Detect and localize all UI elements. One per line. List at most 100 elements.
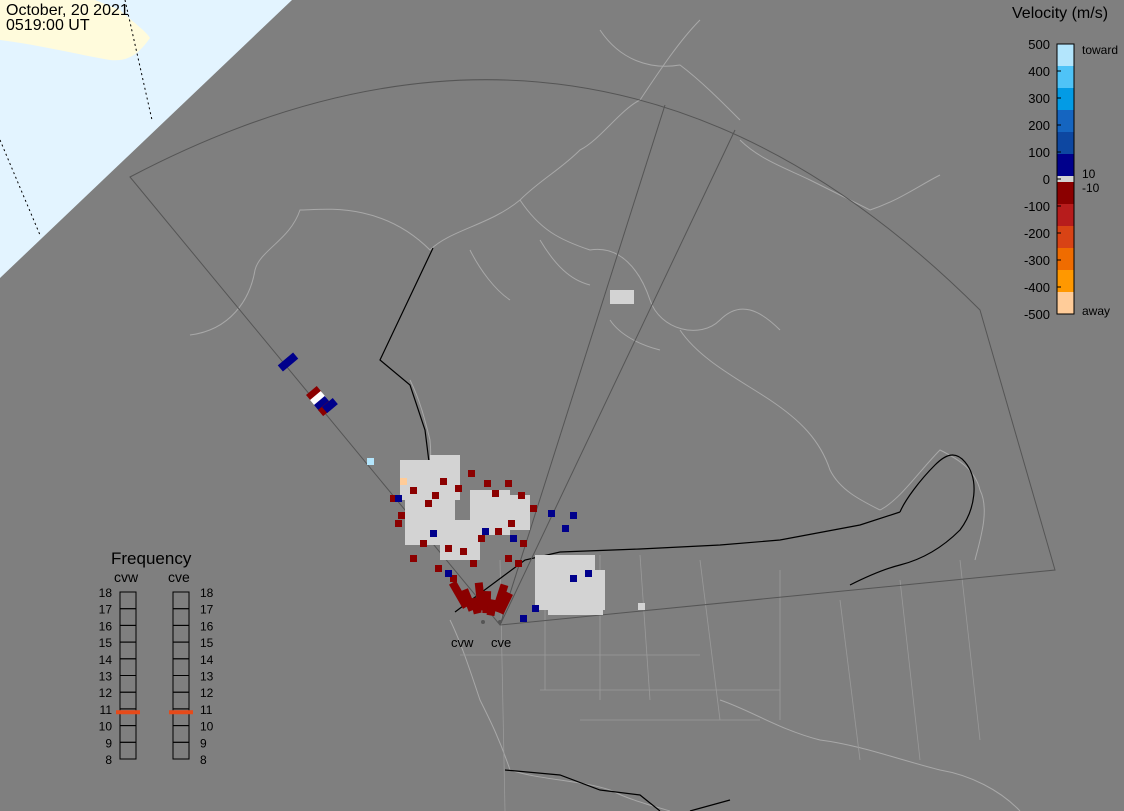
scatter-cell [432,492,439,499]
freq-tick-label-right: 17 [200,603,214,617]
freq-tick-label-left: 18 [99,586,113,600]
freq-tick-label-right: 8 [200,753,207,767]
colorbar-tick-label: -300 [1024,253,1050,268]
ground-scatter-patch [430,455,460,475]
freq-cell [119,641,137,660]
colorbar-segment [1057,110,1074,133]
freq-cell [119,591,137,610]
scatter-cell [638,603,645,610]
freq-bar-cve-marker [169,710,193,715]
colorbar-segment [1057,154,1074,177]
scatter-cell [548,510,555,517]
scatter-cell [492,490,499,497]
colorbar-segment [1057,44,1074,67]
time-label: 0519:00 UT [6,17,90,34]
scatter-cell [478,535,485,542]
scatter-cell [570,575,577,582]
freq-tick-label-right: 14 [200,653,214,667]
scatter-cell [398,512,405,519]
freq-cell [119,675,137,693]
scatter-cell [460,548,467,555]
scatter-cell [420,540,427,547]
freq-tick-label-right: 13 [200,670,214,684]
scatter-cell [395,520,402,527]
freq-cell [172,641,190,660]
site-label-cvw: cvw [451,635,474,650]
freq-cell [172,675,190,693]
colorbar-segment [1057,182,1074,205]
radar-site-marker [481,620,485,624]
freq-cell [119,624,137,643]
colorbar-segment [1057,88,1074,111]
freq-cell [172,624,190,643]
freq-tick-label-right: 10 [200,720,214,734]
scatter-cell [495,528,502,535]
freq-cell [172,741,190,760]
freq-cell [172,608,190,626]
scatter-cell [520,540,527,547]
scatter-cell [440,478,447,485]
scatter-cell [367,458,374,465]
scatter-cell [470,560,477,567]
velocity-colorbar: 500 400 300 200 100 0 -100 -200 -300 -400 -500 towa… [1024,38,1118,322]
scatter-cell [520,615,527,622]
scatter-cell [484,480,491,487]
freq-cell [172,658,190,677]
scatter-cell [410,555,417,562]
colorbar-tick-label: 200 [1028,118,1050,133]
colorbar-tick-label: -200 [1024,226,1050,241]
freq-cell [172,691,190,710]
scatter-cell [395,495,402,502]
freq-tick-label-left: 9 [105,736,112,750]
colorbar-tick-label: -400 [1024,280,1050,295]
freq-tick-label-left: 14 [99,653,113,667]
colorbar-toward-label: toward [1082,43,1118,57]
freq-tick-label-right: 16 [200,619,214,633]
scatter-cell [445,570,452,577]
colorbar-segment [1057,248,1074,271]
colorbar-tick-label: 500 [1028,38,1050,52]
scatter-cell [562,525,569,532]
scatter-cell [510,535,517,542]
freq-tick-label-left: 13 [99,670,113,684]
scatter-cell [425,500,432,507]
scatter-cell [468,470,475,477]
ground-scatter-patch [548,590,603,615]
frequency-title: Frequency [111,549,192,568]
freq-cell [172,591,190,610]
colorbar-tick-label: 300 [1028,91,1050,106]
scatter-cell [445,545,452,552]
freq-tick-label-left: 17 [99,603,113,617]
colorbar-threshold-label: 10 [1082,167,1096,181]
frequency-panel: 18 18 17 17 16 16 15 15 14 14 13 13 12 12 11 11 10 10 9 9 8 8 [99,586,214,767]
colorbar-tick-label: 400 [1028,64,1050,79]
daylight-region [0,0,292,278]
freq-tick-label-right: 9 [200,736,207,750]
colorbar-tick-label: 0 [1043,172,1050,187]
colorbar-segment [1057,226,1074,249]
scatter-cell [585,570,592,577]
freq-cell [119,608,137,626]
colorbar-segment [1057,66,1074,89]
colorbar-segment [1057,204,1074,227]
velocity-scale-title: Velocity (m/s) [1012,5,1109,22]
colorbar-away-label: away [1082,304,1110,318]
freq-tick-label-right: 12 [200,686,214,700]
freq-cell [119,725,137,743]
coastlines [189,19,1021,811]
colorbar-segment [1057,292,1074,315]
freq-cell [119,691,137,710]
freq-tick-label-right: 15 [200,636,214,650]
scatter-cell [505,480,512,487]
scatter-cell [482,528,489,535]
scatter-cell [505,555,512,562]
freq-tick-label-left: 11 [100,703,113,717]
freq-tick-label-left: 10 [99,720,113,734]
colorbar-tick-label: -500 [1024,307,1050,322]
scatter-cell [570,512,577,519]
scatter-cell [400,478,407,485]
freq-tick-label-left: 16 [99,619,113,633]
freq-cell [119,741,137,760]
colorbar-tick-label: 100 [1028,145,1050,160]
radar-fields-of-view [129,79,1056,626]
